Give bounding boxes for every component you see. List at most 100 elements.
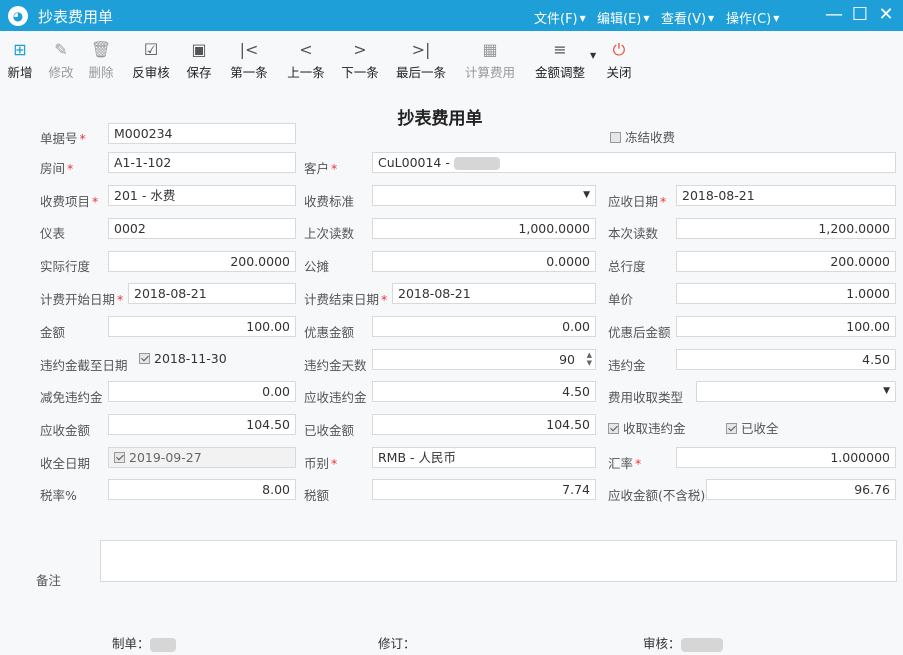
doc-no-field[interactable]: M000234 bbox=[108, 123, 296, 144]
currency-field[interactable]: RMB - 人民币 bbox=[372, 447, 596, 468]
receivable-excl-tax-field[interactable]: 96.76 bbox=[706, 479, 896, 500]
menu-view[interactable]: 查看(V) ▼ bbox=[661, 8, 714, 27]
first-record-button[interactable]: |< 第一条 bbox=[226, 39, 272, 85]
adjust-amount-button[interactable]: ≡ 金额调整 bbox=[530, 39, 590, 85]
received-field[interactable]: 104.50 bbox=[372, 414, 596, 435]
penalty-cutoff-field[interactable]: 2018-11-30 bbox=[134, 349, 296, 370]
remark-label: 备注 bbox=[36, 573, 62, 588]
edit-button[interactable]: ✎ 修改 bbox=[46, 39, 76, 85]
first-icon: |< bbox=[239, 40, 259, 59]
current-reading-label: 本次读数 bbox=[608, 226, 659, 241]
shared-label: 公摊 bbox=[304, 259, 330, 274]
close-form-button[interactable]: ⏻ 关闭 bbox=[604, 39, 634, 85]
charge-item-field[interactable]: 201 - 水费 bbox=[108, 185, 296, 206]
exchange-rate-field[interactable]: 1.000000 bbox=[676, 447, 896, 468]
close-icon[interactable]: ✕ bbox=[875, 3, 897, 27]
adjust-dropdown-icon[interactable]: ▼ bbox=[590, 51, 596, 60]
receivable-label: 应收金额 bbox=[40, 423, 91, 438]
stepper-arrows-icon[interactable]: ▲ ▼ bbox=[587, 351, 592, 367]
penalty-waived-field[interactable]: 0.00 bbox=[108, 381, 296, 402]
freeze-checkbox[interactable]: 冻结收费 bbox=[610, 127, 675, 146]
tax-field[interactable]: 7.74 bbox=[372, 479, 596, 500]
menu-edit[interactable]: 编辑(E) ▼ bbox=[597, 8, 650, 27]
toolbar: ⊞ 新增 ✎ 修改 🗑 删除 ☑ 反审核 ▣ 保存 |< 第一条 < 上一条 >… bbox=[0, 31, 903, 89]
paid-date-field[interactable]: 2019-09-27 bbox=[108, 447, 296, 468]
discount-field[interactable]: 0.00 bbox=[372, 316, 596, 337]
collect-penalty-check-icon bbox=[608, 423, 619, 434]
room-label: 房间 * bbox=[40, 161, 74, 176]
calculate-button[interactable]: ▦ 计算费用 bbox=[461, 39, 519, 85]
unit-price-label: 单价 bbox=[608, 292, 634, 307]
receivable-excl-tax-label: 应收金额(不含税) bbox=[608, 488, 706, 503]
start-date-field[interactable]: 2018-08-21 bbox=[128, 283, 296, 304]
reviewer-label: 审核： bbox=[643, 633, 723, 652]
amount-field[interactable]: 100.00 bbox=[108, 316, 296, 337]
total-usage-field[interactable]: 200.0000 bbox=[676, 251, 896, 272]
currency-label: 币别 * bbox=[304, 456, 338, 471]
prev-icon: < bbox=[299, 40, 313, 59]
penalty-cutoff-label: 违约金截至日期 bbox=[40, 358, 128, 373]
remark-textarea[interactable] bbox=[100, 540, 897, 582]
after-discount-label: 优惠后金额 bbox=[608, 325, 671, 340]
add-icon: ⊞ bbox=[13, 40, 27, 59]
last-reading-field[interactable]: 1,000.0000 bbox=[372, 218, 596, 239]
fully-paid-check-icon bbox=[726, 423, 737, 434]
start-date-label: 计费开始日期 * bbox=[40, 292, 124, 307]
current-reading-field[interactable]: 1,200.0000 bbox=[676, 218, 896, 239]
meter-field[interactable]: 0002 bbox=[108, 218, 296, 239]
next-record-button[interactable]: > 下一条 bbox=[337, 39, 383, 85]
collect-penalty-checkbox[interactable]: 收取违约金 bbox=[608, 418, 686, 437]
menu-operation[interactable]: 操作(C) ▼ bbox=[726, 8, 779, 27]
revision-label: 修订： bbox=[378, 636, 416, 651]
penalty-due-field[interactable]: 4.50 bbox=[372, 381, 596, 402]
penalty-waived-label: 减免违约金 bbox=[40, 390, 103, 405]
unit-price-field[interactable]: 1.0000 bbox=[676, 283, 896, 304]
received-label: 已收金额 bbox=[304, 423, 355, 438]
trash-icon: 🗑 bbox=[90, 40, 112, 59]
redacted-maker bbox=[149, 637, 176, 652]
due-date-field[interactable]: 2018-08-21 bbox=[676, 185, 896, 206]
tax-rate-field[interactable]: 8.00 bbox=[108, 479, 296, 500]
charge-standard-label: 收费标准 bbox=[304, 194, 355, 209]
power-icon: ⏻ bbox=[612, 40, 626, 59]
add-button[interactable]: ⊞ 新增 bbox=[6, 39, 34, 85]
menu-file[interactable]: 文件(F) ▼ bbox=[534, 8, 586, 27]
after-discount-field[interactable]: 100.00 bbox=[676, 316, 896, 337]
calculator-icon: ▦ bbox=[482, 40, 498, 59]
total-usage-label: 总行度 bbox=[608, 259, 646, 274]
collection-type-select[interactable]: ▼ bbox=[696, 381, 896, 402]
penalty-due-label: 应收违约金 bbox=[304, 390, 367, 405]
end-date-field[interactable]: 2018-08-21 bbox=[392, 283, 596, 304]
paid-date-label: 收全日期 bbox=[40, 456, 91, 471]
charge-standard-select[interactable]: ▼ bbox=[372, 185, 596, 206]
penalty-days-stepper[interactable]: 90 ▲ ▼ bbox=[372, 349, 596, 370]
last-record-button[interactable]: >| 最后一条 bbox=[392, 39, 450, 85]
penalty-cutoff-check-icon[interactable] bbox=[139, 353, 150, 364]
paid-date-check-icon[interactable] bbox=[114, 452, 125, 463]
prev-record-button[interactable]: < 上一条 bbox=[283, 39, 329, 85]
collection-type-label: 费用收取类型 bbox=[608, 390, 684, 405]
redacted-customer bbox=[453, 157, 500, 170]
customer-field[interactable]: CuL00014 - bbox=[372, 152, 896, 173]
maximize-icon[interactable]: ☐ bbox=[849, 3, 871, 27]
minimize-icon[interactable]: — bbox=[823, 3, 845, 27]
penalty-field[interactable]: 4.50 bbox=[676, 349, 896, 370]
fully-paid-checkbox[interactable]: 已收全 bbox=[726, 418, 779, 437]
delete-button[interactable]: 🗑 删除 bbox=[86, 39, 116, 85]
save-button[interactable]: ▣ 保存 bbox=[184, 39, 214, 85]
shared-field[interactable]: 0.0000 bbox=[372, 251, 596, 272]
room-field[interactable]: A1-1-102 bbox=[108, 152, 296, 173]
tax-rate-label: 税率% bbox=[40, 488, 77, 503]
discount-label: 优惠金额 bbox=[304, 325, 355, 340]
actual-usage-field[interactable]: 200.0000 bbox=[108, 251, 296, 272]
penalty-label: 违约金 bbox=[608, 358, 646, 373]
unaudit-button[interactable]: ☑ 反审核 bbox=[129, 39, 173, 85]
adjust-icon: ≡ bbox=[553, 40, 567, 59]
end-date-label: 计费结束日期 * bbox=[304, 292, 388, 307]
due-date-label: 应收日期 * bbox=[608, 194, 667, 209]
customer-label: 客户 * bbox=[304, 161, 338, 176]
receivable-field[interactable]: 104.50 bbox=[108, 414, 296, 435]
next-icon: > bbox=[353, 40, 367, 59]
meter-label: 仪表 bbox=[40, 226, 66, 241]
title-bar: ◕ 抄表费用单 文件(F) ▼ 编辑(E) ▼ 查看(V) ▼ 操作(C) ▼ — ☐ … bbox=[0, 0, 903, 31]
